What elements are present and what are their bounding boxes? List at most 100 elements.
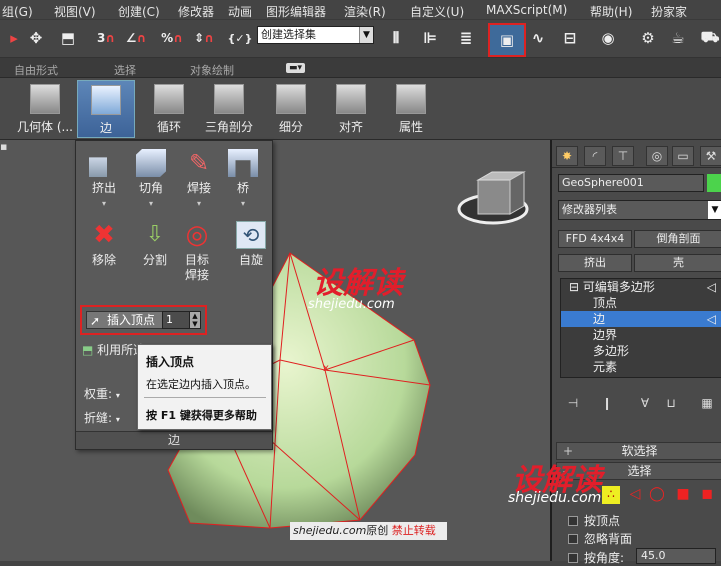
polygon-level-icon[interactable]: ■ bbox=[674, 486, 692, 504]
make-unique-icon[interactable]: ∀ bbox=[634, 396, 656, 416]
edit-named-selection-icon[interactable]: {✓} bbox=[226, 24, 254, 52]
stack-item-vertex[interactable]: 顶点 bbox=[561, 295, 721, 311]
pin-stack-icon[interactable]: ⊣ bbox=[562, 396, 584, 416]
ribbon-subdivide-button[interactable]: 细分 bbox=[262, 80, 320, 138]
modifier-list-dropdown[interactable]: 修改器列表 ▼ bbox=[558, 200, 721, 220]
chevron-down-icon[interactable]: ▾ bbox=[220, 196, 266, 211]
stack-root-editable-poly[interactable]: ⊟ 可编辑多边形 ◁ bbox=[561, 279, 721, 295]
bridge-button[interactable]: 桥 ▾ bbox=[220, 149, 266, 211]
by-vertex-checkbox[interactable]: 按顶点 bbox=[568, 512, 620, 529]
menu-rendering[interactable]: 渲染(R) bbox=[344, 3, 386, 20]
by-angle-checkbox[interactable]: 按角度: bbox=[568, 549, 624, 566]
menu-banjiajia[interactable]: 扮家家 bbox=[651, 3, 687, 20]
rendered-frame-icon[interactable]: ☕ bbox=[664, 24, 692, 52]
remove-label: 移除 bbox=[91, 253, 116, 267]
chamfer-button[interactable]: 切角 ▾ bbox=[128, 149, 174, 211]
border-level-icon[interactable]: ◯ bbox=[648, 486, 666, 504]
layer-manager-icon[interactable]: ≣ bbox=[452, 24, 480, 52]
scene-explorer-icon[interactable]: ▣ bbox=[488, 23, 526, 57]
material-editor-icon[interactable]: ◉ bbox=[594, 24, 622, 52]
ribbon-tabs: 自由形式 选择 对象绘制 ▬▾ bbox=[0, 58, 721, 78]
align-icon[interactable]: ⊫ bbox=[416, 24, 444, 52]
angle-snap-icon[interactable]: ∠ ∩ bbox=[122, 24, 150, 52]
motion-tab-icon[interactable]: ◎ bbox=[646, 146, 668, 166]
chevron-down-icon[interactable]: ▼ bbox=[359, 27, 373, 43]
ribbon-properties-button[interactable]: 属性 bbox=[382, 80, 440, 138]
menu-graph-editors[interactable]: 图形编辑器 bbox=[266, 3, 326, 20]
insert-vertex-button[interactable]: ➚ 插入顶点 bbox=[86, 311, 164, 329]
tab-selection[interactable]: 选择 bbox=[114, 62, 136, 78]
render-icon[interactable]: ⛟ bbox=[696, 24, 721, 52]
stack-item-border[interactable]: 边界 bbox=[561, 327, 721, 343]
target-icon: ◎ bbox=[185, 220, 209, 250]
remove-button[interactable]: ✖ 移除 bbox=[81, 221, 127, 268]
weight-row[interactable]: 权重: ▾ bbox=[84, 385, 120, 402]
curve-editor-icon[interactable]: ∿ bbox=[524, 24, 552, 52]
display-tab-icon[interactable]: ▭ bbox=[672, 146, 694, 166]
spinner-snap-icon[interactable]: ⇕ ∩ bbox=[190, 24, 218, 52]
show-end-result-icon[interactable]: ❙ bbox=[596, 396, 618, 416]
tab-freeform[interactable]: 自由形式 bbox=[14, 62, 58, 78]
spinner-arrows-icon[interactable]: ▲ ▼ bbox=[189, 311, 201, 329]
placement-icon[interactable]: ⬒ bbox=[54, 24, 82, 52]
menu-create[interactable]: 创建(C) bbox=[118, 3, 160, 20]
menu-group[interactable]: 组(G) bbox=[2, 3, 33, 20]
chevron-down-icon[interactable]: ▾ bbox=[176, 196, 222, 211]
use-selection-row[interactable]: ⬒ 利用所选 bbox=[82, 341, 145, 358]
modifier-stack: ⊟ 可编辑多边形 ◁ 顶点 边 ◁ 边界 多边形 元素 bbox=[560, 278, 721, 378]
target-weld-button[interactable]: ◎ 目标焊接 bbox=[174, 221, 220, 283]
mirror-icon[interactable]: ⫴ bbox=[382, 24, 410, 52]
ribbon-loop-button[interactable]: 循环 bbox=[140, 80, 198, 138]
menu-maxscript[interactable]: MAXScript(M) bbox=[486, 3, 567, 17]
object-name-input[interactable]: GeoSphere001 bbox=[558, 174, 704, 192]
schematic-view-icon[interactable]: ⊟ bbox=[556, 24, 584, 52]
chevron-down-icon[interactable]: ▼ bbox=[708, 201, 721, 219]
stack-item-polygon[interactable]: 多边形 bbox=[561, 343, 721, 359]
angle-value-input[interactable]: 45.0 bbox=[636, 548, 716, 564]
remove-modifier-icon[interactable]: ⊔ bbox=[660, 396, 682, 416]
stack-item-element[interactable]: 元素 bbox=[561, 359, 721, 375]
ribbon-triangulate-button[interactable]: 三角剖分 bbox=[200, 80, 258, 138]
utilities-tab-icon[interactable]: ⚒ bbox=[700, 146, 721, 166]
insert-vertex-highlight: ➚ 插入顶点 1 ▲ ▼ bbox=[80, 305, 207, 335]
tooltip-description: 在选定边内插入顶点。 bbox=[146, 378, 256, 391]
modify-tab-icon[interactable]: ◜ bbox=[584, 146, 606, 166]
element-level-icon[interactable]: ◼ bbox=[698, 486, 716, 504]
ribbon-geometry-button[interactable]: 几何体 (... bbox=[16, 80, 74, 138]
stack-item-edge[interactable]: 边 ◁ bbox=[561, 311, 721, 327]
ribbon-edge-button[interactable]: 边 bbox=[77, 80, 135, 138]
weld-button[interactable]: ✎ 焊接 ▾ bbox=[176, 149, 222, 211]
edge-level-icon[interactable]: ◁ bbox=[626, 486, 644, 504]
tab-object-paint[interactable]: 对象绘制 bbox=[190, 62, 234, 78]
object-color-swatch[interactable] bbox=[707, 174, 721, 192]
crease-row[interactable]: 折缝: ▾ bbox=[84, 409, 120, 426]
move-icon[interactable]: ✥ bbox=[22, 24, 50, 52]
menu-help[interactable]: 帮助(H) bbox=[590, 3, 632, 20]
spin-button[interactable]: ⟲ 自旋 bbox=[228, 221, 274, 268]
extrude-modifier-button[interactable]: 挤出 bbox=[558, 254, 632, 272]
render-setup-icon[interactable]: ⚙ bbox=[634, 24, 662, 52]
ribbon-align-button[interactable]: 对齐 bbox=[322, 80, 380, 138]
configure-sets-icon[interactable]: ▦ bbox=[696, 396, 718, 416]
menu-animation[interactable]: 动画 bbox=[228, 3, 252, 20]
vertex-level-icon[interactable]: ∴ bbox=[602, 486, 620, 504]
menu-customize[interactable]: 自定义(U) bbox=[410, 3, 464, 20]
ignore-backfacing-checkbox[interactable]: 忽略背面 bbox=[568, 530, 632, 547]
ffd-button[interactable]: FFD 4x4x4 bbox=[558, 230, 632, 248]
chevron-down-icon[interactable]: ▾ bbox=[116, 415, 120, 424]
extrude-button[interactable]: 挤出 ▾ bbox=[81, 149, 127, 211]
percent-snap-icon[interactable]: % ∩ bbox=[158, 24, 186, 52]
shell-modifier-button[interactable]: 壳 bbox=[634, 254, 721, 272]
ribbon-options-icon[interactable]: ▬▾ bbox=[286, 63, 306, 73]
chevron-down-icon[interactable]: ▾ bbox=[81, 196, 127, 211]
menu-modifiers[interactable]: 修改器 bbox=[178, 3, 214, 20]
create-tab-icon[interactable]: ✸ bbox=[556, 146, 578, 166]
menu-view[interactable]: 视图(V) bbox=[54, 3, 96, 20]
chevron-down-icon[interactable]: ▾ bbox=[128, 196, 174, 211]
chamfer-profile-button[interactable]: 倒角剖面 bbox=[634, 230, 721, 248]
snap-3d-icon[interactable]: 3 ∩ bbox=[92, 24, 120, 52]
split-button[interactable]: ⇩ 分割 bbox=[132, 221, 178, 268]
named-selection-dropdown[interactable]: 创建选择集 ▼ bbox=[257, 26, 374, 44]
hierarchy-tab-icon[interactable]: ⊤ bbox=[612, 146, 634, 166]
chevron-down-icon[interactable]: ▾ bbox=[116, 391, 120, 400]
